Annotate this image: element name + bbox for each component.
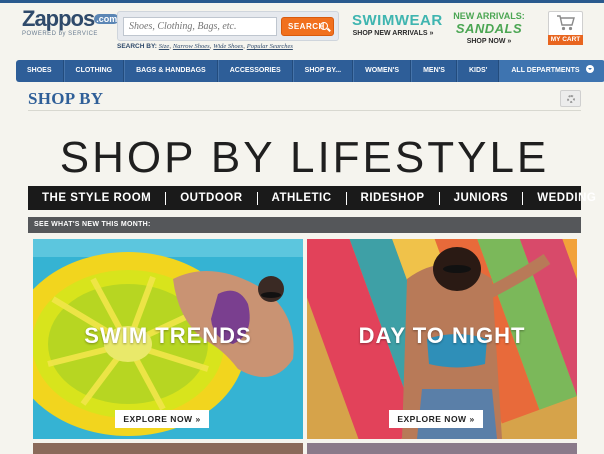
- zappos-logo[interactable]: Zappos .com POWERED by SERVICE: [22, 6, 120, 46]
- settings-button[interactable]: [560, 90, 581, 107]
- cart-icon: [557, 15, 575, 31]
- nav-shop-by[interactable]: SHOP BY...: [292, 60, 354, 82]
- title-divider: [28, 110, 581, 111]
- search-box: SEARCH: [117, 11, 339, 41]
- search-by-links: SEARCH BY: Size, Narrow Shoes, Wide Shoe…: [117, 43, 293, 50]
- nav-shoes[interactable]: SHOES: [16, 60, 64, 82]
- tab-rideshop[interactable]: RIDESHOP: [347, 191, 440, 205]
- nav-womens[interactable]: WOMEN'S: [353, 60, 412, 82]
- gear-icon: [567, 95, 575, 103]
- swim-trends-explore-button[interactable]: EXPLORE NOW »: [115, 410, 209, 428]
- search-icon: [320, 22, 328, 30]
- chevron-down-icon: [585, 65, 594, 74]
- day-to-night-explore-button[interactable]: EXPLORE NOW »: [389, 410, 483, 428]
- logo-brand-text: Zappos: [22, 6, 95, 31]
- tab-wedding[interactable]: WEDDING: [523, 192, 604, 205]
- logo-dotcom: .com: [94, 14, 120, 24]
- tab-juniors[interactable]: JUNIORS: [440, 191, 524, 205]
- sandals-promo[interactable]: NEW ARRIVALS: SANDALS SHOP NOW »: [452, 11, 526, 45]
- nav-accessories[interactable]: ACCESSORIES: [217, 60, 293, 82]
- nav-bags-handbags[interactable]: BAGS & HANDBAGS: [124, 60, 218, 82]
- nav-mens[interactable]: MEN'S: [411, 60, 457, 82]
- all-departments-label: ALL DEPARTMENTS: [511, 67, 580, 74]
- sandals-title: SANDALS: [455, 21, 523, 36]
- tab-outdoor[interactable]: OUTDOOR: [166, 191, 258, 205]
- lifestyle-tabs: THE STYLE ROOM OUTDOOR ATHLETIC RIDESHOP…: [28, 186, 596, 210]
- tab-athletic[interactable]: ATHLETIC: [258, 191, 347, 205]
- swim-trends-panel[interactable]: SWIM TRENDS EXPLORE NOW »: [33, 239, 303, 439]
- day-to-night-caption: DAY TO NIGHT: [358, 323, 526, 348]
- page-title: SHOP BY: [28, 89, 104, 108]
- tab-the-style-room[interactable]: THE STYLE ROOM: [28, 191, 167, 205]
- search-by-size-link[interactable]: Size: [159, 43, 169, 50]
- logo-tagline: POWERED by SERVICE: [22, 31, 98, 37]
- popular-searches-link[interactable]: Popular Searches: [247, 43, 293, 50]
- search-by-wide-shoes-link[interactable]: Wide Shoes: [213, 43, 243, 50]
- logo-brand: Zappos .com: [22, 6, 120, 31]
- search-by-narrow-shoes-link[interactable]: Narrow Shoes: [173, 43, 210, 50]
- my-cart-label: MY CART: [548, 35, 583, 45]
- next-panel-preview-right[interactable]: [307, 443, 577, 454]
- hero-title: SHOP BY LIFESTYLE: [59, 133, 550, 182]
- sandals-cta: SHOP NOW »: [466, 38, 512, 45]
- nav-kids[interactable]: KIDS': [456, 60, 500, 82]
- swim-trends-caption: SWIM TRENDS: [84, 323, 252, 348]
- day-to-night-panel[interactable]: DAY TO NIGHT EXPLORE NOW »: [307, 239, 577, 439]
- my-cart-button[interactable]: MY CART: [548, 11, 583, 45]
- search-input[interactable]: [123, 17, 277, 36]
- swimwear-title: SWIMWEAR: [352, 12, 443, 29]
- main-nav: SHOES CLOTHING BAGS & HANDBAGS ACCESSORI…: [16, 60, 604, 82]
- swimwear-cta: SHOP NEW ARRIVALS »: [352, 30, 434, 37]
- all-departments-dropdown[interactable]: ALL DEPARTMENTS: [499, 60, 604, 82]
- sandals-kicker: NEW ARRIVALS:: [453, 11, 525, 21]
- top-accent-line: [0, 0, 604, 3]
- nav-clothing[interactable]: CLOTHING: [63, 60, 125, 82]
- search-by-label: SEARCH BY:: [117, 43, 157, 50]
- whats-new-header: SEE WHAT'S NEW THIS MONTH:: [28, 217, 581, 233]
- next-panel-preview-left[interactable]: [33, 443, 303, 454]
- search-button[interactable]: SEARCH: [281, 17, 334, 36]
- swimwear-promo[interactable]: SWIMWEAR SHOP NEW ARRIVALS »: [352, 12, 443, 37]
